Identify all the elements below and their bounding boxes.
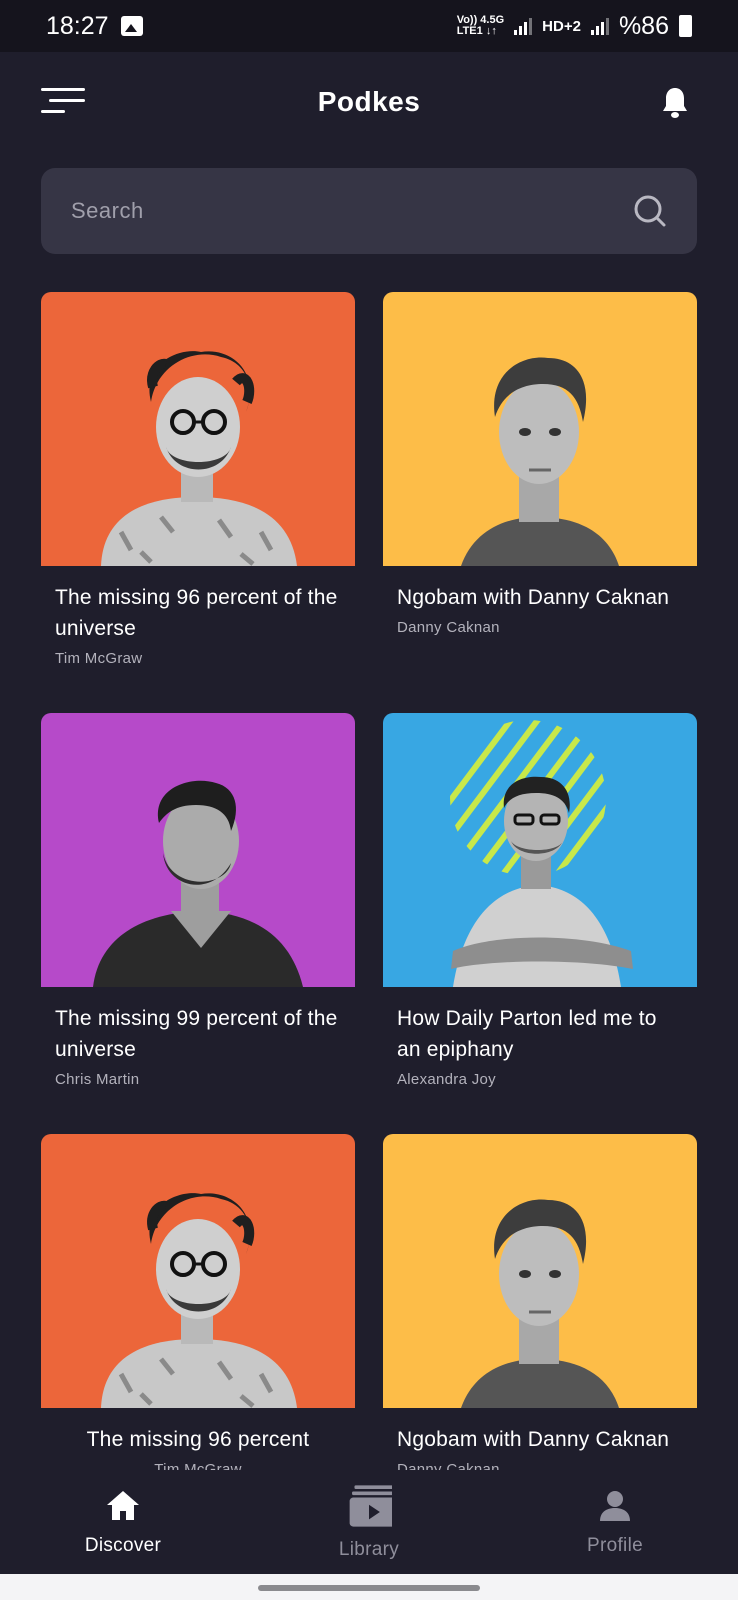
network-bottom-label: LTE1 ↓↑ — [456, 25, 497, 37]
podcast-author: Tim McGraw — [55, 650, 143, 667]
gallery-icon — [120, 16, 143, 36]
podcast-title: How Daily Parton led me to an epiphany — [397, 1007, 657, 1061]
status-bar: 18:27 Vo)) 4.5G LTE1 ↓↑ HD+2 %86 — [0, 0, 738, 52]
battery-percent: %86 — [618, 11, 669, 40]
podcast-title: The missing 99 percent of the universe — [55, 1007, 338, 1061]
podcast-cover — [383, 713, 697, 987]
podcast-author: Danny Caknan — [397, 1461, 500, 1470]
podcast-cover — [41, 1134, 355, 1408]
podcast-cover — [383, 1134, 697, 1408]
signal-icon-2 — [590, 17, 609, 35]
podcast-author: Chris Martin — [55, 1071, 140, 1088]
podcast-cover — [383, 292, 697, 566]
portrait-image — [101, 351, 297, 566]
bottom-nav: Discover Library Profile — [0, 1470, 738, 1574]
podcast-card[interactable]: Ngobam with Danny Caknan Danny Caknan — [383, 1134, 697, 1470]
profile-icon — [600, 1491, 630, 1521]
podcast-grid: The missing 96 percent of the universe T… — [41, 292, 697, 1470]
portrait-image — [461, 357, 619, 566]
podcast-title: Ngobam with Danny Caknan — [397, 1428, 670, 1451]
status-right: Vo)) 4.5G LTE1 ↓↑ HD+2 %86 — [457, 12, 692, 41]
hd-indicator: HD+2 — [542, 17, 581, 35]
podcast-author: Alexandra Joy — [397, 1071, 496, 1088]
battery-icon — [679, 15, 692, 37]
nav-discover[interactable]: Discover — [23, 1487, 223, 1557]
podcast-card[interactable]: The missing 99 percent of the universe C… — [41, 713, 355, 1113]
podcast-card[interactable]: The missing 96 percent Tim McGraw — [41, 1134, 355, 1470]
search-input[interactable] — [71, 198, 633, 224]
home-icon — [107, 1491, 139, 1520]
podcast-title: Ngobam with Danny Caknan — [397, 586, 670, 609]
podcast-cover — [41, 713, 355, 987]
podcast-card[interactable]: Ngobam with Danny Caknan Danny Caknan — [383, 292, 697, 692]
bell-icon[interactable] — [661, 86, 689, 120]
portrait-image — [450, 720, 633, 987]
status-time: 18:27 — [46, 11, 109, 40]
menu-icon[interactable] — [41, 88, 85, 116]
search-icon[interactable] — [633, 194, 667, 228]
network-indicator: Vo)) 4.5G LTE1 ↓↑ — [457, 15, 504, 37]
page-title: Podkes — [317, 86, 421, 117]
nav-library[interactable]: Library — [269, 1483, 469, 1561]
app-header: Podkes — [0, 52, 738, 152]
podcast-title: The missing 96 percent of the universe — [55, 586, 338, 640]
portrait-image — [461, 1199, 619, 1408]
nav-label: Library — [338, 1539, 400, 1560]
home-gesture-bar[interactable] — [258, 1585, 480, 1591]
search-bar — [41, 168, 697, 254]
podcast-card[interactable]: How Daily Parton led me to an epiphany A… — [383, 713, 697, 1113]
status-left: 18:27 — [46, 12, 143, 41]
portrait-image — [93, 780, 303, 987]
nav-profile[interactable]: Profile — [515, 1487, 715, 1557]
podcast-cover — [41, 292, 355, 566]
signal-icon — [514, 17, 533, 35]
library-icon — [349, 1485, 392, 1527]
portrait-image — [101, 1193, 297, 1408]
system-navigation-area — [0, 1574, 738, 1600]
podcast-author: Danny Caknan — [397, 619, 500, 636]
nav-label: Profile — [587, 1535, 643, 1556]
nav-label: Discover — [84, 1535, 162, 1556]
podcast-author: Tim McGraw — [154, 1461, 242, 1470]
podcast-title: The missing 96 percent — [86, 1428, 310, 1451]
podcast-card[interactable]: The missing 96 percent of the universe T… — [41, 292, 355, 692]
